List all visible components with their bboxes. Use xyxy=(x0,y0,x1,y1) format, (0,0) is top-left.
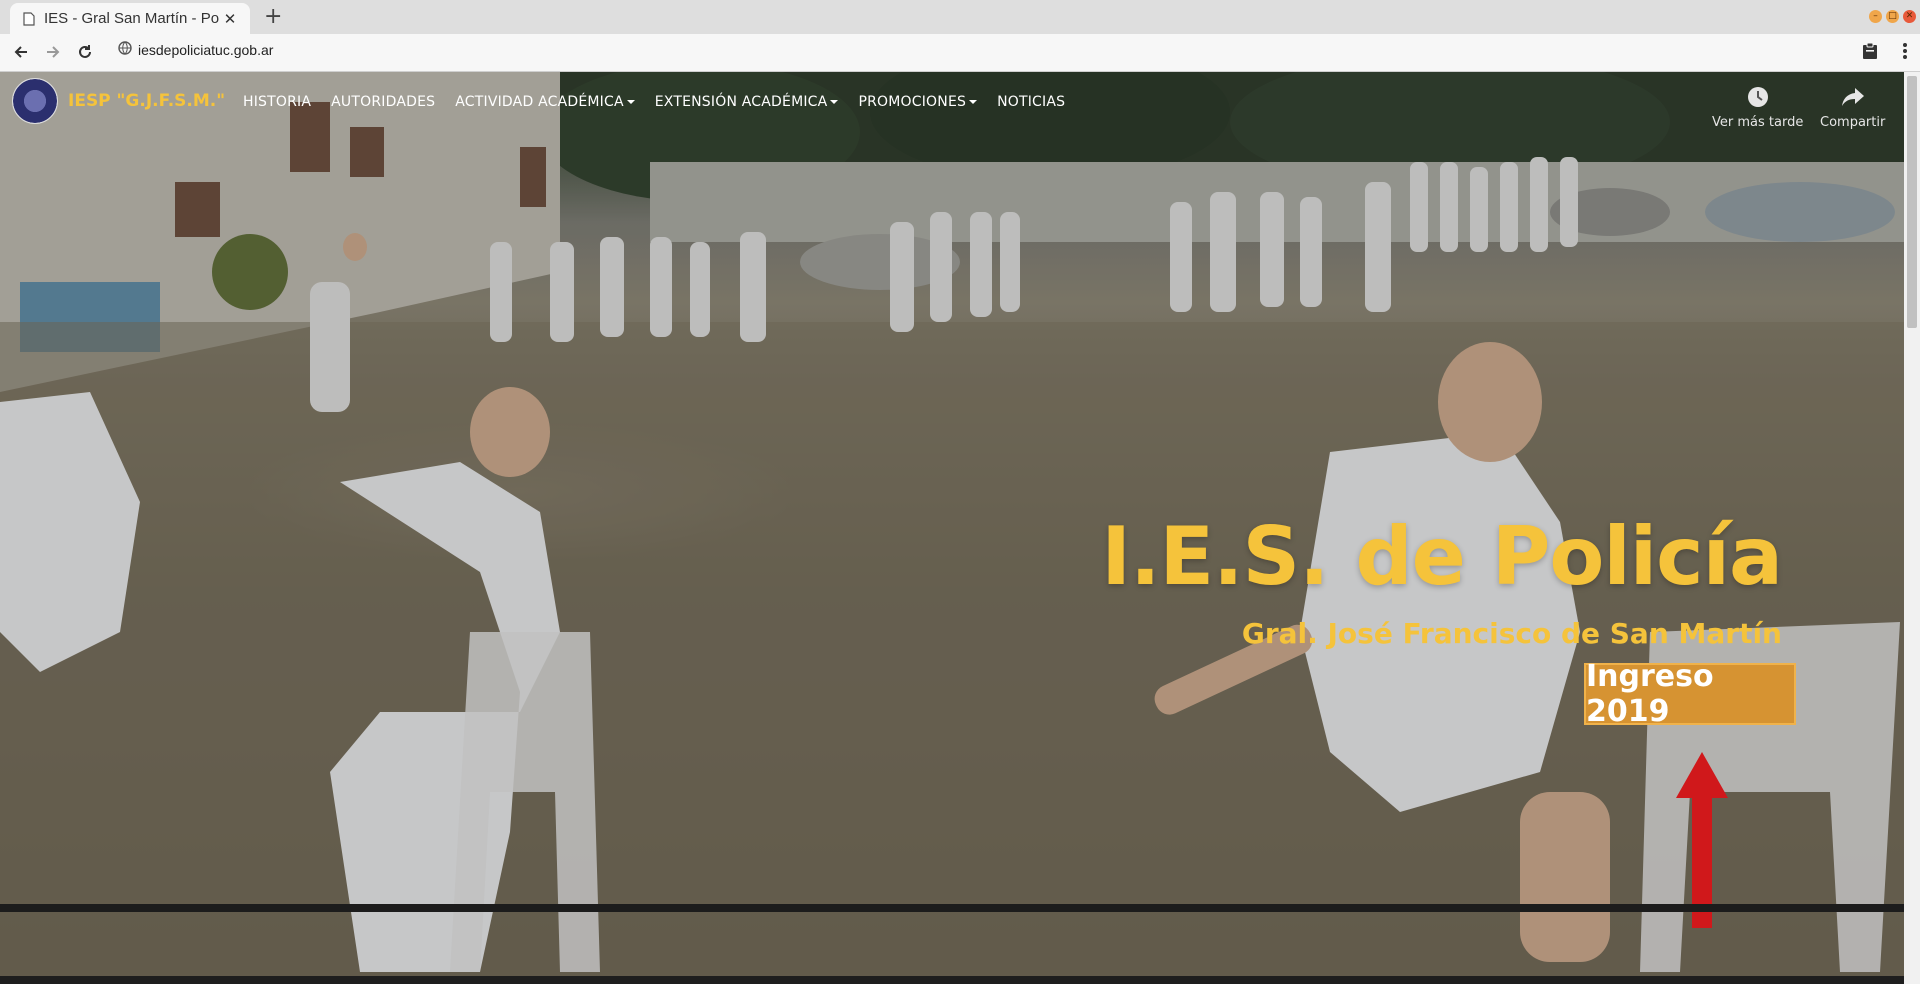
site-info-icon[interactable] xyxy=(118,40,132,59)
red-up-arrow-icon xyxy=(1676,752,1728,928)
scrollbar-thumb[interactable] xyxy=(1907,76,1917,328)
menu-item-autoridades[interactable]: AUTORIDADES xyxy=(331,94,435,110)
url-field[interactable]: iesdepoliciatuc.gob.ar xyxy=(118,40,273,59)
browser-menu-icon[interactable] xyxy=(1902,42,1908,64)
clock-icon xyxy=(1747,86,1769,112)
window-controls: – □ ✕ xyxy=(1869,10,1916,23)
site-brand[interactable]: IESP "G.J.F.S.M." xyxy=(68,91,225,111)
hero-video-section: IESP "G.J.F.S.M." HISTORIA AUTORIDADES A… xyxy=(0,72,1904,976)
new-tab-icon[interactable]: + xyxy=(264,5,282,29)
clipboard-extension-icon[interactable] xyxy=(1862,42,1878,64)
menu-item-extension-academica[interactable]: EXTENSIÓN ACADÉMICA xyxy=(655,94,839,110)
page-icon xyxy=(22,11,36,26)
menu-item-label: PROMOCIONES xyxy=(858,94,967,110)
minimize-icon[interactable]: – xyxy=(1869,10,1882,23)
page-scrollbar[interactable] xyxy=(1904,72,1920,984)
menu-item-promociones[interactable]: PROMOCIONES xyxy=(858,94,978,110)
reload-icon[interactable] xyxy=(72,39,98,65)
browser-tab[interactable]: IES - Gral San Martín - Po ✕ xyxy=(10,3,250,34)
url-text: iesdepoliciatuc.gob.ar xyxy=(138,41,274,58)
menu-item-label: HISTORIA xyxy=(243,94,312,110)
watch-later-label: Ver más tarde xyxy=(1712,115,1804,130)
menu-item-label: NOTICIAS xyxy=(997,94,1066,110)
forward-icon[interactable] xyxy=(40,39,66,65)
share-label: Compartir xyxy=(1820,115,1886,130)
menu-item-label: ACTIVIDAD ACADÉMICA xyxy=(455,94,624,110)
hero-subtitle: Gral. José Francisco de San Martín xyxy=(1241,617,1782,650)
institution-logo[interactable] xyxy=(12,78,58,124)
site-navbar: IESP "G.J.F.S.M." HISTORIA AUTORIDADES A… xyxy=(0,72,1904,132)
share-arrow-icon xyxy=(1841,86,1865,112)
browser-tab-strip: IES - Gral San Martín - Po ✕ + – □ ✕ xyxy=(0,0,1920,34)
watch-later-button[interactable]: Ver más tarde xyxy=(1712,86,1803,130)
page-bottom-bar xyxy=(0,904,1920,912)
menu-item-actividad-academica[interactable]: ACTIVIDAD ACADÉMICA xyxy=(455,94,635,110)
address-bar: iesdepoliciatuc.gob.ar xyxy=(0,34,1920,72)
hero-title: I.E.S. de Policía xyxy=(1101,510,1783,603)
menu-item-label: AUTORIDADES xyxy=(331,94,436,110)
menu-item-historia[interactable]: HISTORIA xyxy=(243,94,311,110)
menu-item-label: EXTENSIÓN ACADÉMICA xyxy=(654,94,828,110)
caret-down-icon xyxy=(969,100,978,104)
caret-down-icon xyxy=(626,100,635,104)
tab-close-icon[interactable]: ✕ xyxy=(220,10,240,28)
share-button[interactable]: Compartir xyxy=(1820,86,1885,130)
menu-item-noticias[interactable]: NOTICIAS xyxy=(997,94,1065,110)
main-menu: HISTORIA AUTORIDADES ACTIVIDAD ACADÉMICA… xyxy=(243,94,1085,110)
window-close-icon[interactable]: ✕ xyxy=(1903,10,1916,23)
back-icon[interactable] xyxy=(8,39,34,65)
tab-title: IES - Gral San Martín - Po xyxy=(44,10,220,27)
maximize-icon[interactable]: □ xyxy=(1886,10,1899,23)
caret-down-icon xyxy=(830,100,839,104)
ingreso-button[interactable]: Ingreso 2019 xyxy=(1584,659,1796,729)
